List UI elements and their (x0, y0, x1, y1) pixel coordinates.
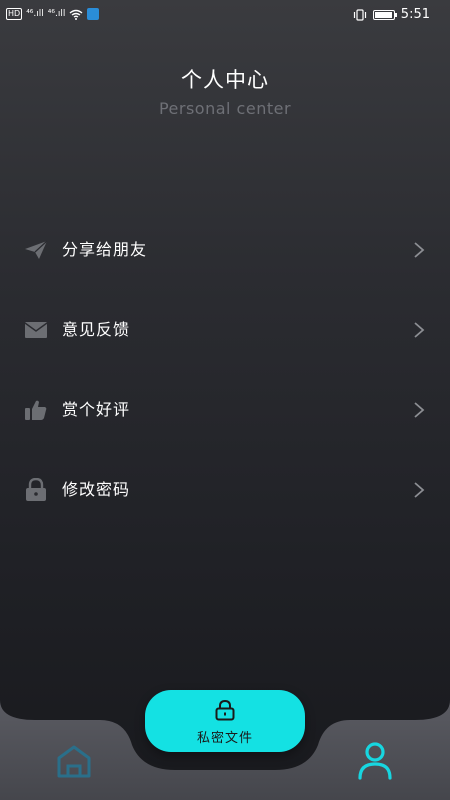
personal-center-screen: HD ⁴⁶.ıll ⁴⁶.ıll 5:51 个人中心 Personal cent… (0, 0, 450, 800)
thumbs-up-icon (24, 398, 48, 422)
menu-item-rate[interactable]: 赏个好评 (0, 370, 450, 450)
page-title: 个人中心 (181, 68, 269, 92)
signal-icon-2: ⁴⁶.ıll (47, 9, 66, 19)
menu-item-label: 赏个好评 (62, 400, 131, 419)
paper-plane-icon (24, 238, 48, 262)
lock-icon (215, 699, 235, 721)
mail-icon (24, 318, 48, 342)
chevron-right-icon (414, 482, 425, 498)
hd-badge: HD (6, 8, 23, 20)
menu-item-label: 意见反馈 (62, 320, 131, 339)
menu-item-feedback[interactable]: 意见反馈 (0, 290, 450, 370)
battery-icon (372, 9, 397, 20)
private-files-button[interactable]: 私密文件 (145, 690, 305, 752)
status-left: HD ⁴⁶.ıll ⁴⁶.ıll (6, 8, 100, 20)
private-files-label: 私密文件 (196, 731, 253, 746)
status-time: 5:51 (400, 7, 430, 22)
settings-menu: 分享给朋友 意见反馈 赏个好评 修改密码 (0, 210, 450, 530)
menu-item-label: 修改密码 (62, 480, 131, 499)
menu-item-change-password[interactable]: 修改密码 (0, 450, 450, 530)
wifi-icon (69, 9, 83, 20)
battery-level (374, 11, 392, 18)
status-bar: HD ⁴⁶.ıll ⁴⁶.ıll 5:51 (0, 0, 450, 30)
chevron-right-icon (414, 322, 425, 338)
lock-icon (24, 478, 48, 502)
user-icon[interactable] (357, 740, 393, 780)
chevron-right-icon (414, 402, 425, 418)
menu-item-share[interactable]: 分享给朋友 (0, 210, 450, 290)
signal-icon: ⁴⁶.ıll (26, 9, 44, 19)
app-notification-icon (87, 8, 100, 20)
menu-item-label: 分享给朋友 (62, 240, 148, 259)
vibrate-icon (353, 8, 366, 21)
bottom-nav: 私密文件 (0, 690, 450, 800)
status-right: 5:51 (353, 7, 430, 22)
chevron-right-icon (414, 242, 425, 258)
home-icon[interactable] (55, 742, 93, 780)
page-subtitle: Personal center (158, 99, 292, 118)
